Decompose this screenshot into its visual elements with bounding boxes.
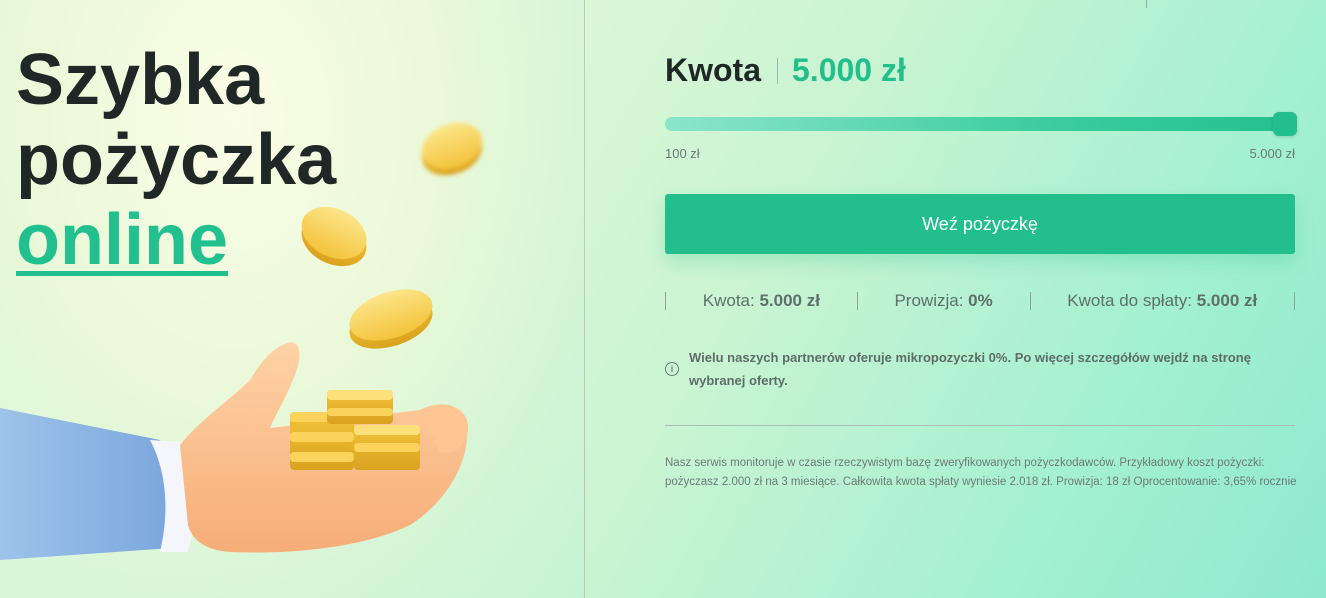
loan-summary: Kwota: 5.000 zł Prowizja: 0% Kwota do sp… [665,288,1295,314]
summary-repayment: Kwota do spłaty: 5.000 zł [1067,291,1258,310]
slider-min-label: 100 zł [665,146,700,161]
info-text: Wielu naszych partnerów oferuje mikropoz… [689,350,1251,388]
representative-example: Nasz serwis monitoruje w czasie rzeczywi… [665,457,1297,488]
summary-divider [856,292,858,310]
slider-track[interactable] [665,117,1295,131]
take-loan-button[interactable]: Weź pożyczkę [665,194,1295,254]
summary-amount: Kwota: 5.000 zł [702,291,820,310]
amount-slider[interactable] [665,112,1297,136]
horizontal-divider [665,425,1295,426]
summary-commission: Prowizja: 0% [894,291,993,310]
summary-divider [1029,292,1031,310]
slider-max-label: 5.000 zł [1249,146,1295,161]
slider-thumb[interactable] [1273,112,1297,136]
summary-divider [1293,292,1295,310]
flying-coin-top [421,122,483,176]
amount-value: 5.000 zł [792,52,906,88]
hand-with-coins-illustration [0,122,483,560]
flying-coin-middle [301,206,367,267]
info-notice: i Wielu naszych partnerów oferuje mikrop… [665,346,1297,392]
amount-label: Kwota [665,52,761,88]
summary-divider [665,292,666,310]
coin-stack [290,390,420,470]
amount-header: Kwota 5.000 zł [665,52,906,89]
top-divider-tick [1146,0,1147,8]
flying-coin-lower [349,289,433,349]
info-circle-icon: i [665,362,679,376]
slider-fill [665,117,1295,131]
vertical-divider [584,0,585,598]
amount-separator [777,57,778,84]
